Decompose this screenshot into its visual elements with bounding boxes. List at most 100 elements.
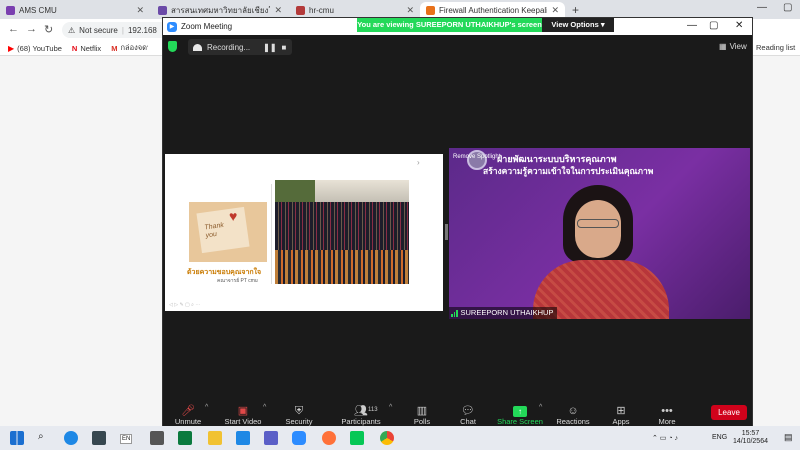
line-icon[interactable] [350,431,364,445]
windows-start-icon[interactable] [10,431,24,445]
search-icon[interactable]: ⌕ [38,431,44,442]
share-screen-button[interactable]: ↑ Share Screen [497,397,543,428]
viewing-banner: You are viewing SUREEPORN UTHAIKHUP's sc… [357,18,542,32]
url-text: 192.168 [127,25,157,35]
close-tab-icon[interactable]: ✕ [274,5,282,16]
bookmark-label: (68) YouTube [17,43,62,53]
minimize-icon[interactable]: — [757,2,767,13]
calculator-icon[interactable] [150,431,164,445]
close-tab-icon[interactable]: ✕ [136,5,144,16]
participant-name: SUREEPORN UTHAIKHUP [460,308,554,317]
language-indicator[interactable]: ENG [712,434,727,441]
teams-icon[interactable] [264,431,278,445]
participants-button[interactable]: 👥︎ 113 Participants [339,397,383,428]
browser-tab[interactable]: AMS CMU ✕ [0,2,150,19]
bookmark-netflix[interactable]: N Netflix [72,44,101,53]
view-label: View [729,42,747,51]
slide-divider [271,184,272,284]
reading-list[interactable]: Reading list [756,43,795,52]
next-slide-icon[interactable]: › [417,158,420,167]
excel-icon[interactable] [178,431,192,445]
tab-title: hr-cmu [309,6,334,15]
muted-microphone-icon: 🎤︎ [181,405,195,417]
participants-icon: 👥︎ 113 [354,405,378,417]
cloud-recording-icon [193,43,202,51]
recording-label: Recording... [207,42,251,52]
share-options-caret-icon[interactable]: ^ [539,404,542,411]
zoom-close-icon[interactable]: ✕ [735,20,743,31]
tray-icons[interactable]: ⌃ ▭ ◔ ♪ [652,434,678,442]
youtube-icon: ▶ [8,43,15,53]
mail-icon[interactable] [92,431,106,445]
view-button[interactable]: ▦ View [719,42,747,51]
tab-title: Firewall Authentication Keepalive [439,6,548,15]
audio-level-icon [451,309,458,317]
reactions-button[interactable]: ☺ Reactions [555,397,591,428]
warning-icon: ⚠ [68,25,76,35]
security-label: Security [285,417,313,426]
slide-tools-icons[interactable]: ◁ ▷ ✎ ▢ ⌕ ⋯ [169,302,200,308]
netflix-icon: N [71,43,78,53]
thank-you-card-image: Thank you ♥ [189,202,267,262]
clock-time: 15:57 [741,430,760,437]
view-options-button[interactable]: View Options ▾ [542,18,614,32]
zoom-minimize-icon[interactable]: — [687,20,697,31]
edge-icon[interactable] [64,431,78,445]
forward-icon[interactable]: → [26,23,37,35]
tab-title: สารสนเทศมหาวิทยาลัยเชียงใหม่ : ทำไม่ [171,6,271,15]
video-options-caret-icon[interactable]: ^ [263,404,266,411]
bookmark-gmail[interactable]: M กล่องจดหมาย [111,42,148,54]
participant-name-tag: SUREEPORN UTHAIKHUP [449,307,558,319]
recording-indicator: Recording... ❚❚ ■ [188,39,292,55]
participant-video: ฝ่ายพัฒนาระบบบริหารคุณภาพ สร้างความรู้คว… [449,148,750,319]
notifications-icon[interactable]: ▤ [784,432,793,443]
zoom-app-icon[interactable] [292,431,306,445]
outlook-icon[interactable] [236,431,250,445]
tab-favicon-icon [158,6,167,15]
start-video-button[interactable]: ▣ Start Video [221,397,265,428]
remove-spotlight-button[interactable]: Remove Spotlight [453,154,500,160]
firefox-icon[interactable] [322,431,336,445]
chat-button[interactable]: 💬︎ Chat [457,397,479,428]
close-tab-icon[interactable]: ✕ [551,5,559,16]
security-label: Not secure [79,25,118,35]
shared-screen-slide: Thank you ♥ ด้วยความขอบคุณจากใจ คณาจารย์… [165,154,443,311]
split-drag-handle[interactable] [445,224,448,240]
chrome-icon[interactable] [380,431,394,445]
slide-sub-caption: คณาจารย์ PT cmu [217,278,258,284]
polls-icon: ▥ [416,405,428,417]
apps-button[interactable]: ⊞ Apps [609,397,633,428]
encryption-shield-icon[interactable] [168,41,177,52]
participants-caret-icon[interactable]: ^ [389,404,392,411]
grid-view-icon: ▦ [719,42,727,51]
heart-icon: ♥ [229,208,238,224]
participant-face [575,200,621,258]
close-tab-icon[interactable]: ✕ [406,5,414,16]
audio-options-caret-icon[interactable]: ^ [205,404,208,411]
bookmark-youtube[interactable]: ▶ (68) YouTube [8,44,62,53]
more-button[interactable]: ••• More [655,397,679,428]
start-video-label: Start Video [224,417,262,426]
security-button[interactable]: ⛨ Security [283,397,315,428]
pause-recording-icon[interactable]: ❚❚ [263,43,276,52]
leave-button[interactable]: Leave [711,405,747,420]
unmute-button[interactable]: 🎤︎ Unmute [171,397,205,428]
windows-taskbar: ⌕ EN ⌃ ▭ ◔ ♪ ENG 15:57 14/10/2564 ▤ [0,426,800,450]
thank-you-card: Thank you [196,206,250,254]
back-icon[interactable]: ← [8,23,19,35]
participants-count: 113 [368,407,378,413]
file-explorer-icon[interactable] [208,431,222,445]
restore-icon[interactable]: ▢ [783,2,792,13]
polls-button[interactable]: ▥ Polls [411,397,433,428]
new-tab-button[interactable]: + [572,3,579,17]
clock[interactable]: 15:57 14/10/2564 [733,430,768,446]
language-en-icon[interactable]: EN [120,434,133,444]
zoom-toolbar: 🎤︎ Unmute ^ ▣ Start Video ^ ⛨ Security 👥… [163,397,752,428]
tab-favicon-icon [6,6,15,15]
graduation-photo [275,180,409,284]
zoom-maximize-icon[interactable]: ▢ [709,20,718,31]
apps-label: Apps [612,417,630,426]
address-bar[interactable]: ⚠ Not secure | 192.168 [62,22,172,38]
stop-recording-icon[interactable]: ■ [282,43,287,52]
reload-icon[interactable]: ↻ [44,23,53,36]
